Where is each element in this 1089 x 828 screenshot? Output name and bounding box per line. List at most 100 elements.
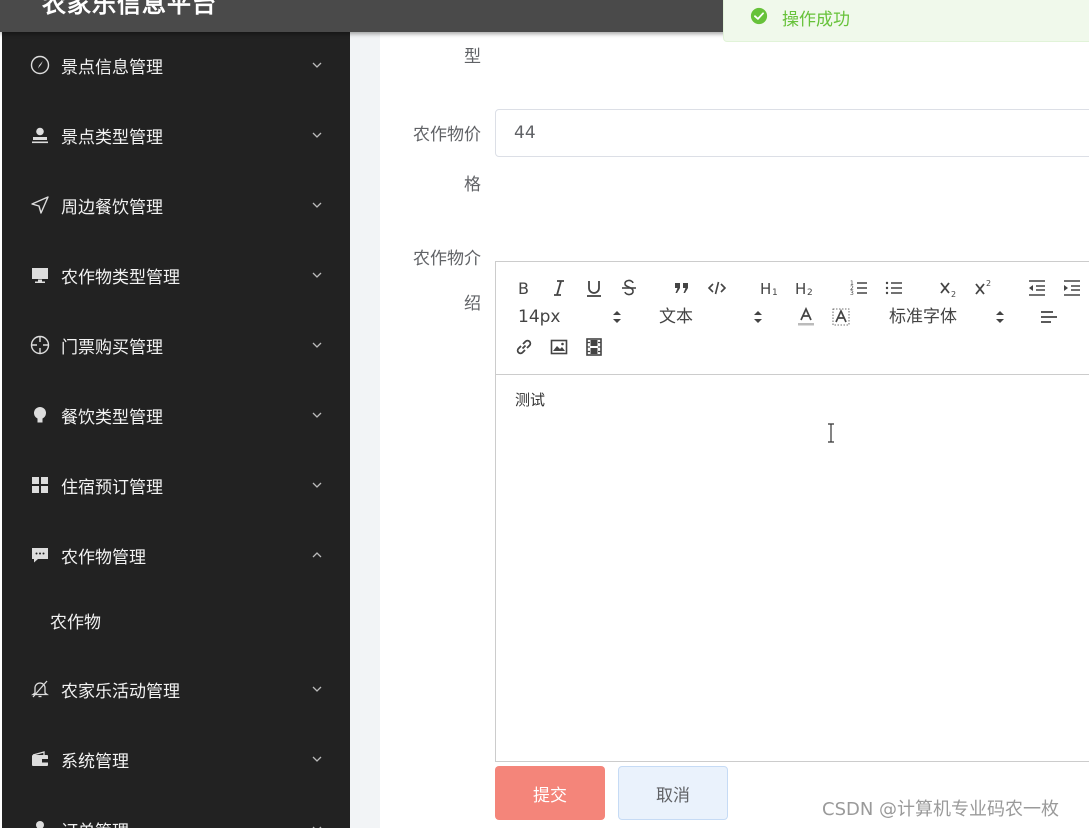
- chevron-down-icon: [310, 682, 324, 696]
- watermark: CSDN @计算机专业码农一枚: [822, 799, 1060, 820]
- chevron-down-icon: [310, 408, 324, 422]
- check-circle-icon: [750, 7, 768, 25]
- sidebar-item-system[interactable]: 系统管理: [2, 737, 350, 781]
- chevron-down-icon: [310, 478, 324, 492]
- link-icon[interactable]: [511, 334, 537, 360]
- header-select-value: 文本: [659, 307, 693, 327]
- video-icon[interactable]: [581, 334, 607, 360]
- font-color-icon[interactable]: [793, 304, 819, 330]
- sidebar-item-label: 周边餐饮管理: [61, 197, 163, 218]
- select-caret-icon: [996, 311, 1004, 323]
- intro-label-line2: 绍: [464, 294, 481, 314]
- heading2-icon[interactable]: H2: [792, 275, 818, 301]
- sidebar-item-dining-type[interactable]: 餐饮类型管理: [2, 393, 350, 437]
- sidebar-item-order[interactable]: 订单管理: [2, 807, 350, 828]
- target-icon: [29, 334, 51, 356]
- bullet-list-icon[interactable]: [881, 275, 907, 301]
- sidebar: 景点信息管理 景点类型管理 周边餐饮管理 农作物类型管理 门票购买管理 餐饮类型…: [2, 32, 350, 828]
- strikethrough-icon[interactable]: [616, 275, 642, 301]
- chevron-down-icon: [310, 198, 324, 212]
- sidebar-item-label: 住宿预订管理: [61, 477, 163, 498]
- wallet-icon: [29, 748, 51, 770]
- font-size-select[interactable]: 14px: [518, 304, 628, 330]
- bell-off-icon: [29, 678, 51, 700]
- user-stamp-icon: [29, 124, 51, 146]
- cancel-button[interactable]: 取消: [618, 766, 728, 820]
- svg-text:2: 2: [986, 279, 991, 288]
- sidebar-item-crop[interactable]: 农作物管理: [2, 533, 350, 577]
- font-size-value: 14px: [518, 307, 561, 327]
- send-icon: [29, 194, 51, 216]
- svg-text:H: H: [760, 280, 771, 298]
- type-label-tail: 型: [464, 47, 481, 67]
- superscript-icon[interactable]: 2: [970, 275, 996, 301]
- ordered-list-icon[interactable]: 123: [846, 275, 872, 301]
- toast-message: 操作成功: [782, 10, 850, 30]
- chat-icon: [29, 544, 51, 566]
- success-toast: 操作成功: [723, 0, 1089, 42]
- bold-icon[interactable]: B: [511, 275, 537, 301]
- sidebar-item-scenic-info[interactable]: 景点信息管理: [2, 43, 350, 87]
- content-gutter: [350, 32, 380, 828]
- sidebar-item-label: 景点类型管理: [61, 127, 163, 148]
- sidebar-item-label: 景点信息管理: [61, 57, 163, 78]
- chevron-down-icon: [310, 128, 324, 142]
- sidebar-item-label: 餐饮类型管理: [61, 407, 163, 428]
- chevron-down-icon: [310, 268, 324, 282]
- monitor-icon: [29, 264, 51, 286]
- sidebar-item-crop-type[interactable]: 农作物类型管理: [2, 253, 350, 297]
- editor-toolbar: B H1 H2 123 2 2 14px 文本 标准字体: [496, 262, 1089, 375]
- app-title: 农家乐信息平台: [42, 0, 217, 18]
- heading1-icon[interactable]: H1: [757, 275, 783, 301]
- image-icon[interactable]: [546, 334, 572, 360]
- sidebar-item-scenic-type[interactable]: 景点类型管理: [2, 113, 350, 157]
- intro-label-line1: 农作物介: [413, 249, 481, 269]
- sidebar-subitem-label: 农作物: [50, 612, 101, 633]
- sidebar-item-label: 门票购买管理: [61, 337, 163, 358]
- sidebar-item-label: 订单管理: [61, 817, 129, 828]
- sidebar-item-lodging[interactable]: 住宿预订管理: [2, 463, 350, 507]
- sidebar-item-label: 农家乐活动管理: [61, 681, 180, 702]
- svg-text:H: H: [795, 280, 806, 298]
- sidebar-subitem-crop[interactable]: 农作物: [2, 598, 350, 642]
- sidebar-item-ticket[interactable]: 门票购买管理: [2, 323, 350, 367]
- text-cursor-icon: [828, 423, 834, 443]
- chevron-down-icon: [310, 822, 324, 828]
- main-form: 型 农作物价 格 44 农作物介 绍 B H1 H2 123 2 2 14px: [380, 32, 1089, 828]
- blockquote-icon[interactable]: [669, 275, 695, 301]
- rich-text-editor: B H1 H2 123 2 2 14px 文本 标准字体 测试: [495, 261, 1089, 762]
- sidebar-item-activity[interactable]: 农家乐活动管理: [2, 667, 350, 711]
- chevron-up-icon: [310, 548, 324, 562]
- font-family-select[interactable]: 标准字体: [889, 304, 1009, 330]
- subscript-icon[interactable]: 2: [935, 275, 961, 301]
- price-label-line2: 格: [464, 175, 481, 195]
- sidebar-item-label: 农作物管理: [61, 547, 146, 568]
- svg-text:3: 3: [850, 290, 854, 297]
- price-label-line1: 农作物价: [413, 125, 481, 145]
- code-block-icon[interactable]: [704, 275, 730, 301]
- chevron-down-icon: [310, 58, 324, 72]
- svg-text:1: 1: [772, 288, 778, 298]
- italic-icon[interactable]: [546, 275, 572, 301]
- sidebar-item-dining[interactable]: 周边餐饮管理: [2, 183, 350, 227]
- indent-icon[interactable]: [1059, 275, 1085, 301]
- submit-button[interactable]: 提交: [495, 766, 605, 820]
- sidebar-item-label: 系统管理: [61, 751, 129, 772]
- select-caret-icon: [613, 311, 621, 323]
- align-left-icon[interactable]: [1036, 304, 1062, 330]
- font-family-value: 标准字体: [889, 307, 957, 327]
- sidebar-item-label: 农作物类型管理: [61, 267, 180, 288]
- user-icon: [29, 818, 51, 828]
- header-select[interactable]: 文本: [659, 304, 769, 330]
- bulb-icon: [29, 404, 51, 426]
- editor-content[interactable]: 测试: [496, 375, 1089, 761]
- compass-icon: [29, 54, 51, 76]
- svg-text:2: 2: [807, 288, 813, 298]
- outdent-icon[interactable]: [1024, 275, 1050, 301]
- svg-text:B: B: [518, 279, 529, 298]
- background-color-icon[interactable]: [828, 304, 854, 330]
- price-input[interactable]: 44: [495, 109, 1089, 157]
- chevron-down-icon: [310, 338, 324, 352]
- grid-icon: [29, 474, 51, 496]
- underline-icon[interactable]: [581, 275, 607, 301]
